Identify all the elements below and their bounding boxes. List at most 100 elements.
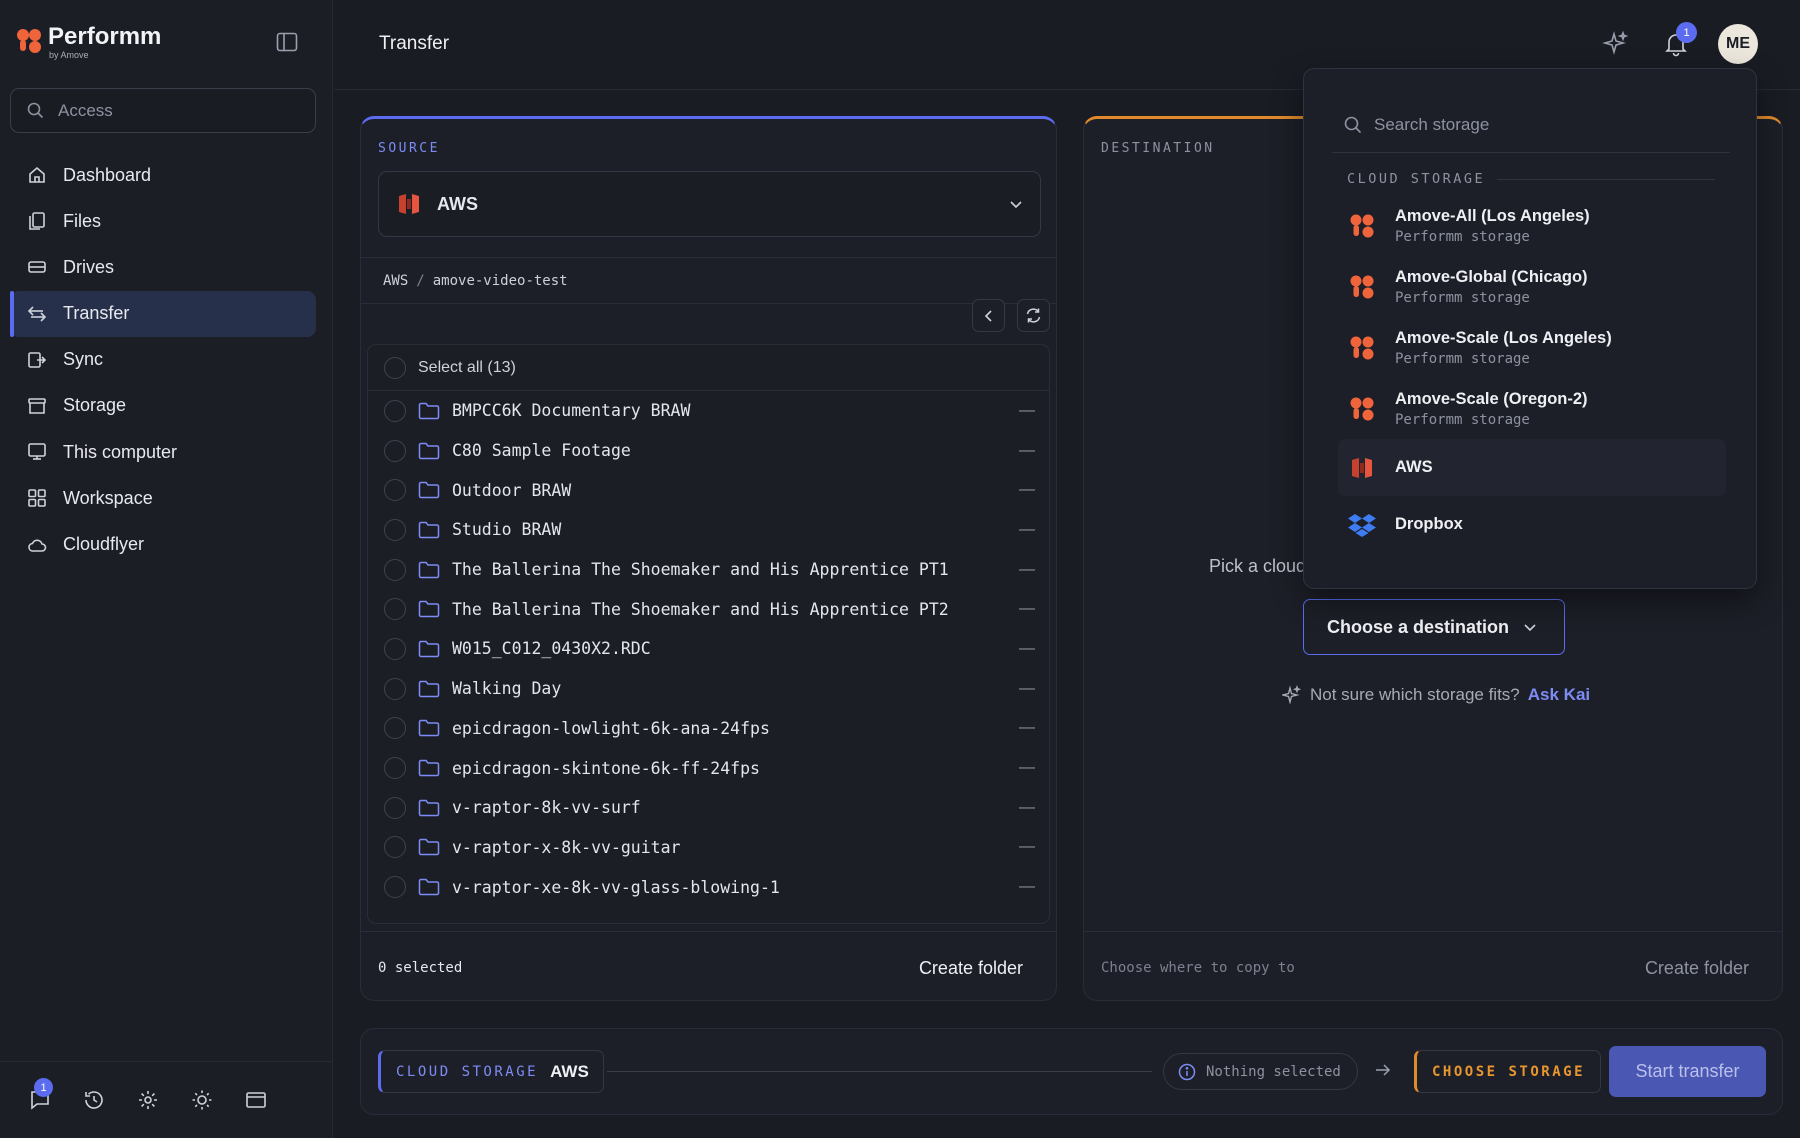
table-row[interactable]: C80 Sample Footage — <box>368 431 1049 471</box>
source-chip-label: CLOUD STORAGE <box>396 1063 539 1080</box>
avatar[interactable]: ME <box>1718 24 1758 64</box>
file-size: — <box>1019 520 1035 538</box>
table-row[interactable]: Studio BRAW — <box>368 510 1049 550</box>
sidebar-item-cloudflyer[interactable]: Cloudflyer <box>10 522 316 568</box>
chevron-down-icon <box>1524 624 1536 632</box>
row-checkbox[interactable] <box>384 637 406 660</box>
sparkle-icon[interactable] <box>1602 30 1630 58</box>
row-checkbox[interactable] <box>384 479 406 502</box>
storage-item-amove-scale-la[interactable]: Amove-Scale (Los Angeles) Performm storag… <box>1338 317 1726 378</box>
table-row[interactable]: epicdragon-lowlight-6k-ana-24fps — <box>368 709 1049 749</box>
table-row[interactable]: W015_C012_0430X2.RDC — <box>368 629 1049 669</box>
sidebar-item-label: Storage <box>63 395 127 416</box>
choose-destination-button[interactable]: Choose a destination <box>1303 599 1565 655</box>
refresh-button[interactable] <box>1017 299 1050 332</box>
sidebar: Performm by Amove Access Dashboard Files… <box>0 0 333 1138</box>
aws-icon <box>399 194 419 214</box>
table-row[interactable]: Outdoor BRAW — <box>368 470 1049 510</box>
sidebar-toggle-icon[interactable] <box>276 32 298 52</box>
row-checkbox[interactable] <box>384 598 406 621</box>
cloud-icon <box>28 539 47 552</box>
file-size: — <box>1019 719 1035 737</box>
folder-icon <box>418 759 440 777</box>
destination-footer-text: Choose where to copy to <box>1101 960 1295 976</box>
sidebar-item-workspace[interactable]: Workspace <box>10 475 316 521</box>
row-checkbox[interactable] <box>384 876 406 899</box>
row-checkbox[interactable] <box>384 558 406 581</box>
window-button[interactable] <box>242 1086 270 1114</box>
storage-item-amove-scale-oregon[interactable]: Amove-Scale (Oregon-2) Performm storage <box>1338 378 1726 439</box>
select-all-row[interactable]: Select all (13) <box>368 345 1049 391</box>
brand-sub: by Amove <box>49 50 89 60</box>
destination-create-folder-button[interactable]: Create folder <box>1645 958 1749 979</box>
source-label: SOURCE <box>378 141 440 156</box>
storage-icon <box>28 398 46 414</box>
destination-chip[interactable]: CHOOSE STORAGE <box>1414 1050 1602 1093</box>
sidebar-item-drives[interactable]: Drives <box>10 244 316 290</box>
kai-hint: Not sure which storage fits? Ask Kai <box>1282 685 1590 705</box>
file-size: — <box>1019 401 1035 419</box>
create-folder-button[interactable]: Create folder <box>919 958 1023 979</box>
table-row[interactable]: epicdragon-skintone-6k-ff-24fps — <box>368 748 1049 788</box>
row-checkbox[interactable] <box>384 757 406 780</box>
table-row[interactable]: v-raptor-8k-vv-surf — <box>368 788 1049 828</box>
sidebar-item-label: Sync <box>63 349 104 370</box>
storage-item-sub: Performm storage <box>1395 289 1530 306</box>
folder-icon <box>418 680 440 697</box>
row-checkbox[interactable] <box>384 439 406 462</box>
breadcrumb-current[interactable]: amove-video-test <box>433 273 568 289</box>
row-checkbox[interactable] <box>384 836 406 859</box>
start-transfer-button[interactable]: Start transfer <box>1609 1046 1766 1097</box>
access-search[interactable]: Access <box>10 88 316 133</box>
brand[interactable]: Performm by Amove <box>16 24 161 60</box>
storage-item-aws[interactable]: AWS <box>1338 439 1726 496</box>
storage-item-amove-global-chicago[interactable]: Amove-Global (Chicago) Performm storage <box>1338 256 1726 317</box>
sidebar-item-this-computer[interactable]: This computer <box>10 429 316 475</box>
file-name: epicdragon-skintone-6k-ff-24fps <box>452 758 760 778</box>
sidebar-item-dashboard[interactable]: Dashboard <box>10 152 316 198</box>
table-row[interactable]: v-raptor-x-8k-vv-guitar — <box>368 828 1049 868</box>
ask-kai-link[interactable]: Ask Kai <box>1528 685 1590 705</box>
performm-logo-icon <box>1350 275 1374 298</box>
row-checkbox[interactable] <box>384 677 406 700</box>
storage-item-amove-all-la[interactable]: Amove-All (Los Angeles) Performm storage <box>1338 195 1726 256</box>
breadcrumb-root[interactable]: AWS <box>383 273 408 289</box>
storage-search-input[interactable]: Search storage <box>1332 97 1730 153</box>
list-overflow <box>368 909 1049 923</box>
table-row[interactable]: v-raptor-xe-8k-vv-glass-blowing-1 — <box>368 867 1049 907</box>
file-name: The Ballerina The Shoemaker and His Appr… <box>452 560 949 580</box>
source-select[interactable]: AWS <box>378 171 1041 237</box>
performm-logo-icon <box>1350 336 1374 359</box>
select-all-checkbox[interactable] <box>384 356 406 379</box>
storage-item-dropbox[interactable]: Dropbox <box>1338 496 1726 553</box>
theme-toggle-button[interactable] <box>188 1086 216 1114</box>
row-checkbox[interactable] <box>384 518 406 541</box>
table-row[interactable]: The Ballerina The Shoemaker and His Appr… <box>368 589 1049 629</box>
file-size: — <box>1019 838 1035 856</box>
folder-icon <box>418 442 440 459</box>
sidebar-item-sync[interactable]: Sync <box>10 337 316 383</box>
table-row[interactable]: The Ballerina The Shoemaker and His Appr… <box>368 550 1049 590</box>
source-chip[interactable]: CLOUD STORAGE AWS <box>378 1050 604 1093</box>
row-checkbox[interactable] <box>384 399 406 422</box>
sidebar-item-files[interactable]: Files <box>10 198 316 244</box>
sidebar-item-storage[interactable]: Storage <box>10 383 316 429</box>
sidebar-item-transfer[interactable]: Transfer <box>10 290 316 337</box>
sidebar-nav: Dashboard Files Drives Transfer Sync Sto… <box>10 152 316 568</box>
source-panel: SOURCE AWS AWS / amove-video-test Select… <box>360 116 1057 1001</box>
row-checkbox[interactable] <box>384 717 406 740</box>
history-button[interactable] <box>80 1086 108 1114</box>
settings-button[interactable] <box>134 1086 162 1114</box>
selection-status-text: Nothing selected <box>1206 1063 1341 1080</box>
table-row[interactable]: BMPCC6K Documentary BRAW — <box>368 391 1049 431</box>
chat-button[interactable]: 1 <box>26 1078 54 1114</box>
file-name: epicdragon-lowlight-6k-ana-24fps <box>452 718 770 738</box>
source-footer: 0 selected Create folder <box>361 931 1056 1000</box>
back-button[interactable] <box>972 299 1005 332</box>
file-size: — <box>1019 679 1035 697</box>
storage-list: Amove-All (Los Angeles) Performm storage … <box>1338 195 1726 553</box>
file-name: v-raptor-x-8k-vv-guitar <box>452 837 681 857</box>
row-checkbox[interactable] <box>384 796 406 819</box>
storage-item-name: Amove-All (Los Angeles) <box>1395 206 1590 225</box>
table-row[interactable]: Walking Day — <box>368 669 1049 709</box>
